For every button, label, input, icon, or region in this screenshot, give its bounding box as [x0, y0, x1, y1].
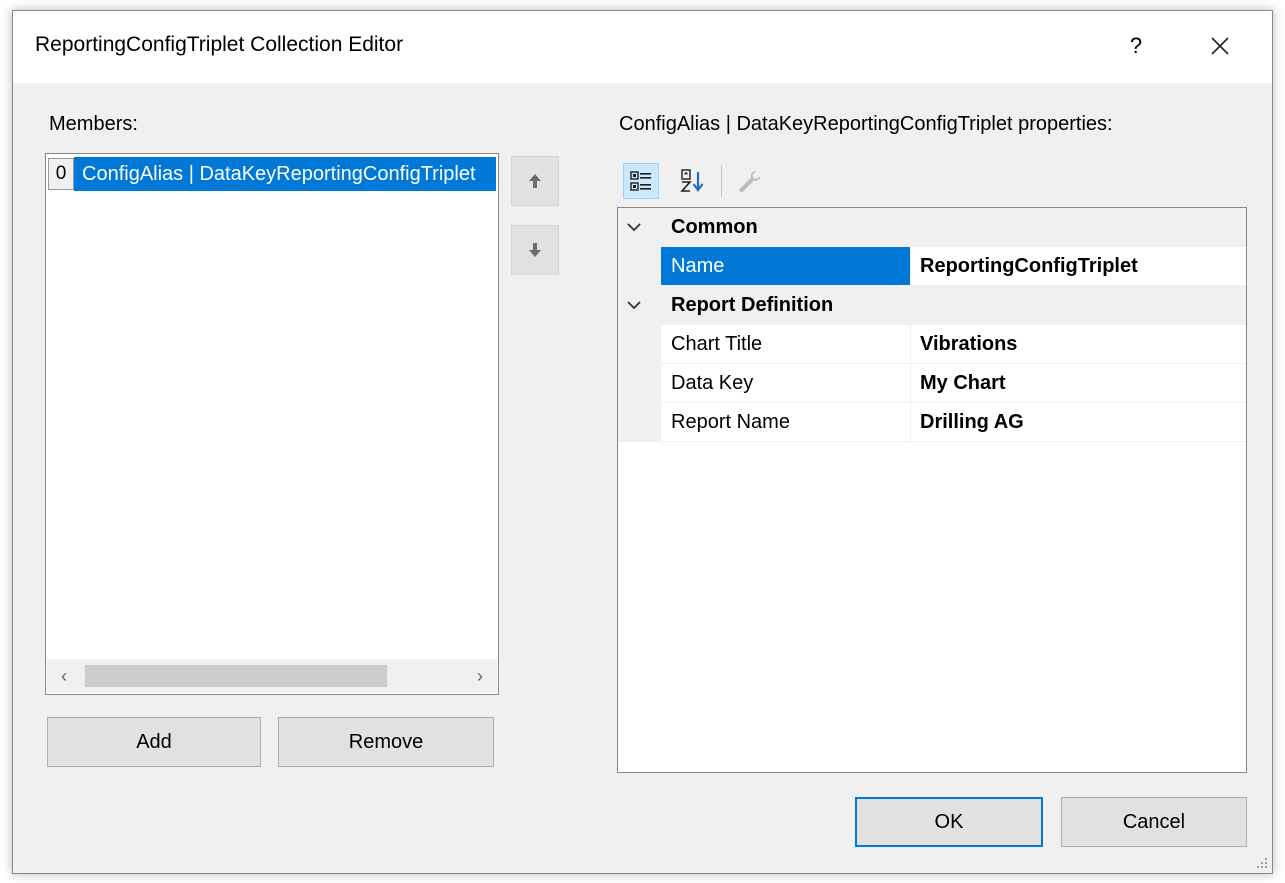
- chevron-left-icon: ‹: [61, 665, 67, 686]
- property-grid[interactable]: Common Name ReportingConfigTriplet Repor…: [617, 207, 1247, 773]
- scrollbar-thumb[interactable]: [85, 665, 387, 687]
- categorized-icon: [630, 171, 651, 191]
- move-down-button[interactable]: [511, 225, 559, 275]
- property-value[interactable]: My Chart: [912, 364, 1246, 402]
- collection-editor-dialog: ReportingConfigTriplet Collection Editor…: [12, 10, 1273, 874]
- arrow-down-icon: [529, 243, 541, 257]
- property-row-report-name[interactable]: Report Name Drilling AG: [618, 403, 1246, 442]
- property-value[interactable]: ReportingConfigTriplet: [912, 247, 1246, 285]
- member-label: ConfigAlias | DataKeyReportingConfigTrip…: [74, 157, 496, 191]
- members-label: Members:: [49, 113, 138, 135]
- property-value[interactable]: Vibrations: [912, 325, 1246, 363]
- property-row-name[interactable]: Name ReportingConfigTriplet: [618, 247, 1246, 286]
- chevron-right-icon: ›: [477, 665, 483, 686]
- horizontal-scrollbar[interactable]: ‹ ›: [47, 659, 497, 693]
- member-item[interactable]: 0 ConfigAlias | DataKeyReportingConfigTr…: [48, 156, 496, 192]
- properties-label: ConfigAlias | DataKeyReportingConfigTrip…: [619, 113, 1113, 135]
- property-row-data-key[interactable]: Data Key My Chart: [618, 364, 1246, 403]
- category-label: Common: [671, 216, 758, 238]
- scroll-right-button[interactable]: ›: [463, 659, 497, 693]
- cancel-button[interactable]: Cancel: [1061, 797, 1247, 847]
- close-icon: [1211, 37, 1229, 55]
- remove-button[interactable]: Remove: [278, 717, 494, 767]
- property-name[interactable]: Data Key: [661, 364, 911, 402]
- category-label: Report Definition: [671, 294, 834, 316]
- property-row-chart-title[interactable]: Chart Title Vibrations: [618, 325, 1246, 364]
- property-name[interactable]: Report Name: [661, 403, 911, 441]
- property-value[interactable]: Drilling AG: [912, 403, 1246, 441]
- property-name[interactable]: Name: [661, 247, 911, 285]
- move-up-button[interactable]: [511, 156, 559, 206]
- chevron-down-icon[interactable]: [626, 286, 642, 324]
- members-list[interactable]: 0 ConfigAlias | DataKeyReportingConfigTr…: [45, 153, 499, 695]
- help-button[interactable]: ?: [1111, 21, 1161, 71]
- alphabetical-button[interactable]: [675, 163, 711, 199]
- chevron-down-icon[interactable]: [626, 208, 642, 246]
- add-button[interactable]: Add: [47, 717, 261, 767]
- wrench-icon: [739, 170, 761, 193]
- title-bar: ReportingConfigTriplet Collection Editor…: [13, 11, 1272, 83]
- category-row-common[interactable]: Common: [618, 208, 1246, 247]
- categorized-button[interactable]: [623, 163, 659, 199]
- arrow-up-icon: [529, 174, 541, 188]
- dialog-title: ReportingConfigTriplet Collection Editor: [35, 33, 404, 56]
- scroll-left-button[interactable]: ‹: [47, 659, 81, 693]
- property-pages-button: [731, 163, 767, 199]
- member-index: 0: [48, 158, 74, 190]
- resize-grip-icon[interactable]: [1254, 855, 1268, 869]
- toolbar-separator: [721, 165, 722, 197]
- close-button[interactable]: [1193, 21, 1247, 71]
- sort-alphabetical-icon: [680, 169, 704, 192]
- ok-button[interactable]: OK: [855, 797, 1043, 847]
- help-icon: ?: [1129, 33, 1143, 58]
- category-row-report-definition[interactable]: Report Definition: [618, 286, 1246, 325]
- property-name[interactable]: Chart Title: [661, 325, 911, 363]
